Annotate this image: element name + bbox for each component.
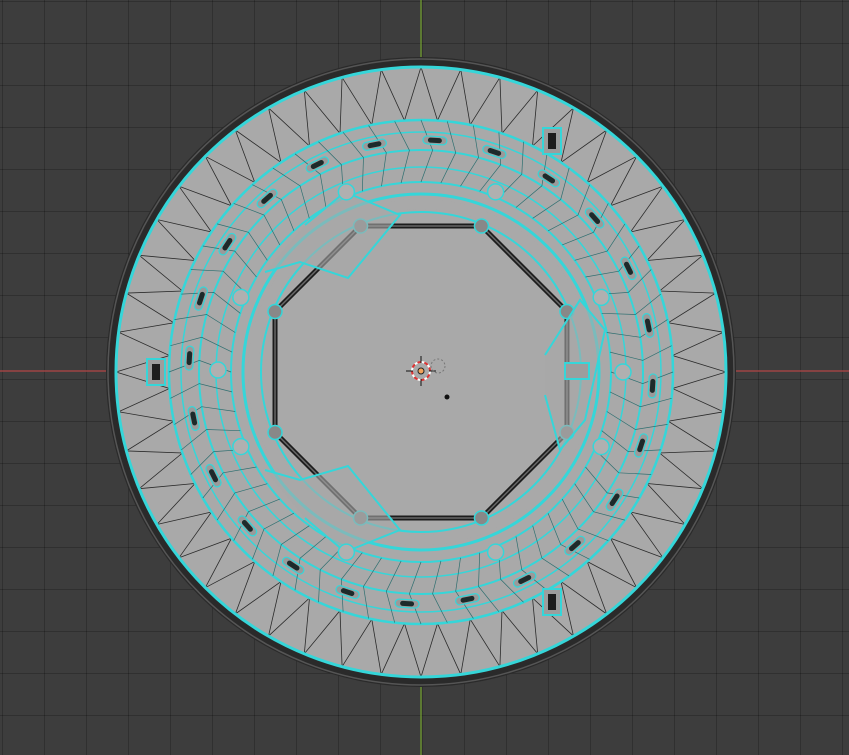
strut-node[interactable] — [473, 218, 490, 234]
strut-node[interactable] — [267, 303, 283, 320]
light-marker-icon — [444, 394, 450, 400]
bolt-slot[interactable] — [394, 598, 420, 609]
bolt-slot[interactable] — [184, 345, 195, 371]
mount-bracket-slot — [152, 364, 160, 380]
viewport-scene[interactable] — [0, 0, 849, 755]
knob[interactable] — [592, 288, 610, 307]
strut-node[interactable] — [267, 424, 283, 441]
mount-bracket-slot — [548, 594, 556, 610]
knob[interactable] — [486, 543, 505, 561]
knob[interactable] — [337, 183, 356, 201]
hub-bracket[interactable] — [564, 362, 590, 380]
strut-node[interactable] — [473, 510, 490, 526]
knob[interactable] — [232, 437, 250, 456]
knob[interactable] — [592, 437, 610, 456]
bolt-slot-hole — [400, 600, 415, 607]
knob[interactable] — [486, 183, 505, 201]
3d-viewport[interactable] — [0, 0, 849, 755]
bolt-slot-hole — [186, 351, 193, 366]
bolt-slot-hole — [649, 378, 656, 393]
bolt-slot[interactable] — [422, 135, 448, 146]
bolt-slot-hole — [427, 137, 442, 144]
hub-knob[interactable] — [614, 363, 632, 381]
bolt-slot[interactable] — [647, 373, 658, 399]
knob[interactable] — [232, 288, 250, 307]
hub-knob[interactable] — [209, 361, 227, 379]
knob[interactable] — [337, 543, 356, 561]
object-origin-icon[interactable] — [417, 367, 425, 375]
mount-bracket-slot — [548, 133, 556, 149]
